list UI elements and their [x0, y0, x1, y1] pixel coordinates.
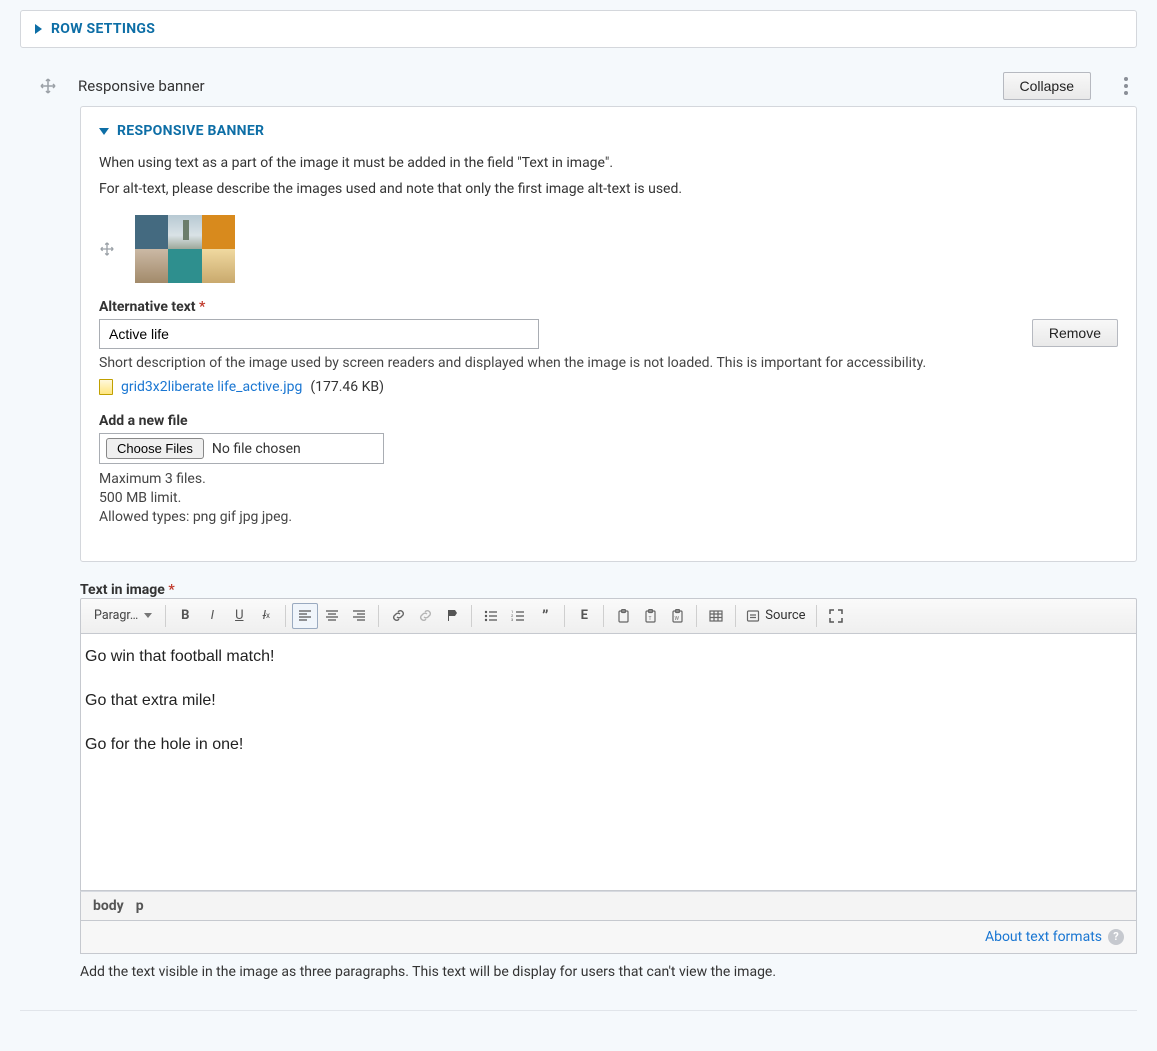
paste-text-button[interactable]: T	[637, 603, 663, 629]
embed-button[interactable]: E	[571, 603, 597, 629]
paragraph-format-dropdown[interactable]: Paragr…	[87, 603, 159, 629]
paragraph-item-title: Responsive banner	[78, 77, 989, 95]
remove-button[interactable]: Remove	[1032, 319, 1118, 347]
align-right-button[interactable]	[346, 603, 372, 629]
align-left-button[interactable]	[292, 603, 318, 629]
table-button[interactable]	[703, 603, 729, 629]
file-icon	[99, 379, 113, 395]
kebab-menu-icon[interactable]	[1115, 77, 1137, 95]
row-settings-title: ROW SETTINGS	[51, 21, 155, 37]
file-link[interactable]: grid3x2liberate life_active.jpg	[121, 379, 302, 395]
editor-line: Go win that football match!	[85, 648, 1132, 666]
help-icon[interactable]: ?	[1108, 929, 1124, 945]
align-center-button[interactable]	[319, 603, 345, 629]
underline-button[interactable]: U	[226, 603, 252, 629]
alt-text-label: Alternative text *	[99, 299, 1012, 315]
remove-format-button[interactable]: Ix	[253, 603, 279, 629]
text-in-image-label: Text in image *	[80, 582, 1137, 598]
link-button[interactable]	[385, 603, 411, 629]
caret-right-icon	[35, 24, 42, 34]
unlink-button[interactable]	[412, 603, 438, 629]
file-hints: Maximum 3 files. 500 MB limit. Allowed t…	[99, 470, 1118, 527]
responsive-banner-panel: RESPONSIVE BANNER When using text as a p…	[80, 106, 1137, 562]
instruction-text-2: For alt-text, please describe the images…	[99, 181, 1118, 197]
caret-down-icon	[99, 128, 109, 135]
image-thumbnail	[135, 215, 235, 283]
about-text-formats-link[interactable]: About text formats	[985, 929, 1102, 945]
blockquote-button[interactable]: ”	[532, 603, 558, 629]
editor-elements-path[interactable]: body p	[80, 891, 1137, 921]
thumbnail-drag-handle-icon[interactable]	[99, 241, 115, 257]
choose-files-button[interactable]: Choose Files	[106, 438, 204, 459]
paste-word-button[interactable]: W	[664, 603, 690, 629]
responsive-banner-toggle[interactable]: RESPONSIVE BANNER	[99, 123, 1118, 139]
responsive-banner-title: RESPONSIVE BANNER	[117, 123, 264, 139]
drag-handle-icon[interactable]	[38, 76, 58, 96]
alt-text-input[interactable]	[99, 319, 539, 349]
anchor-button[interactable]	[439, 603, 465, 629]
file-size: (177.46 KB)	[310, 379, 384, 395]
editor-content[interactable]: Go win that football match! Go that extr…	[80, 634, 1137, 891]
svg-text:W: W	[674, 616, 679, 622]
row-settings-panel[interactable]: ROW SETTINGS	[20, 10, 1137, 48]
text-in-image-help: Add the text visible in the image as thr…	[80, 964, 1137, 980]
numbered-list-button[interactable]: 123	[505, 603, 531, 629]
svg-text:3: 3	[511, 617, 513, 622]
no-file-chosen-text: No file chosen	[212, 441, 301, 457]
editor-line: Go that extra mile!	[85, 692, 1132, 710]
maximize-button[interactable]	[823, 603, 849, 629]
bold-button[interactable]: B	[172, 603, 198, 629]
instruction-text-1: When using text as a part of the image i…	[99, 155, 1118, 171]
collapse-button[interactable]: Collapse	[1003, 72, 1091, 100]
divider	[20, 1010, 1137, 1011]
add-file-label: Add a new file	[99, 413, 1118, 429]
source-button[interactable]: Source	[742, 608, 809, 623]
bullet-list-button[interactable]	[478, 603, 504, 629]
svg-text:T: T	[648, 616, 651, 622]
paste-button[interactable]	[610, 603, 636, 629]
text-format-bar: About text formats ?	[80, 921, 1137, 954]
italic-button[interactable]: I	[199, 603, 225, 629]
editor-line: Go for the hole in one!	[85, 736, 1132, 754]
alt-text-help: Short description of the image used by s…	[99, 355, 1118, 371]
editor-toolbar: Paragr… B I U Ix	[80, 598, 1137, 634]
paragraph-item-header: Responsive banner Collapse	[20, 72, 1137, 106]
file-input[interactable]: Choose Files No file chosen	[99, 433, 384, 464]
